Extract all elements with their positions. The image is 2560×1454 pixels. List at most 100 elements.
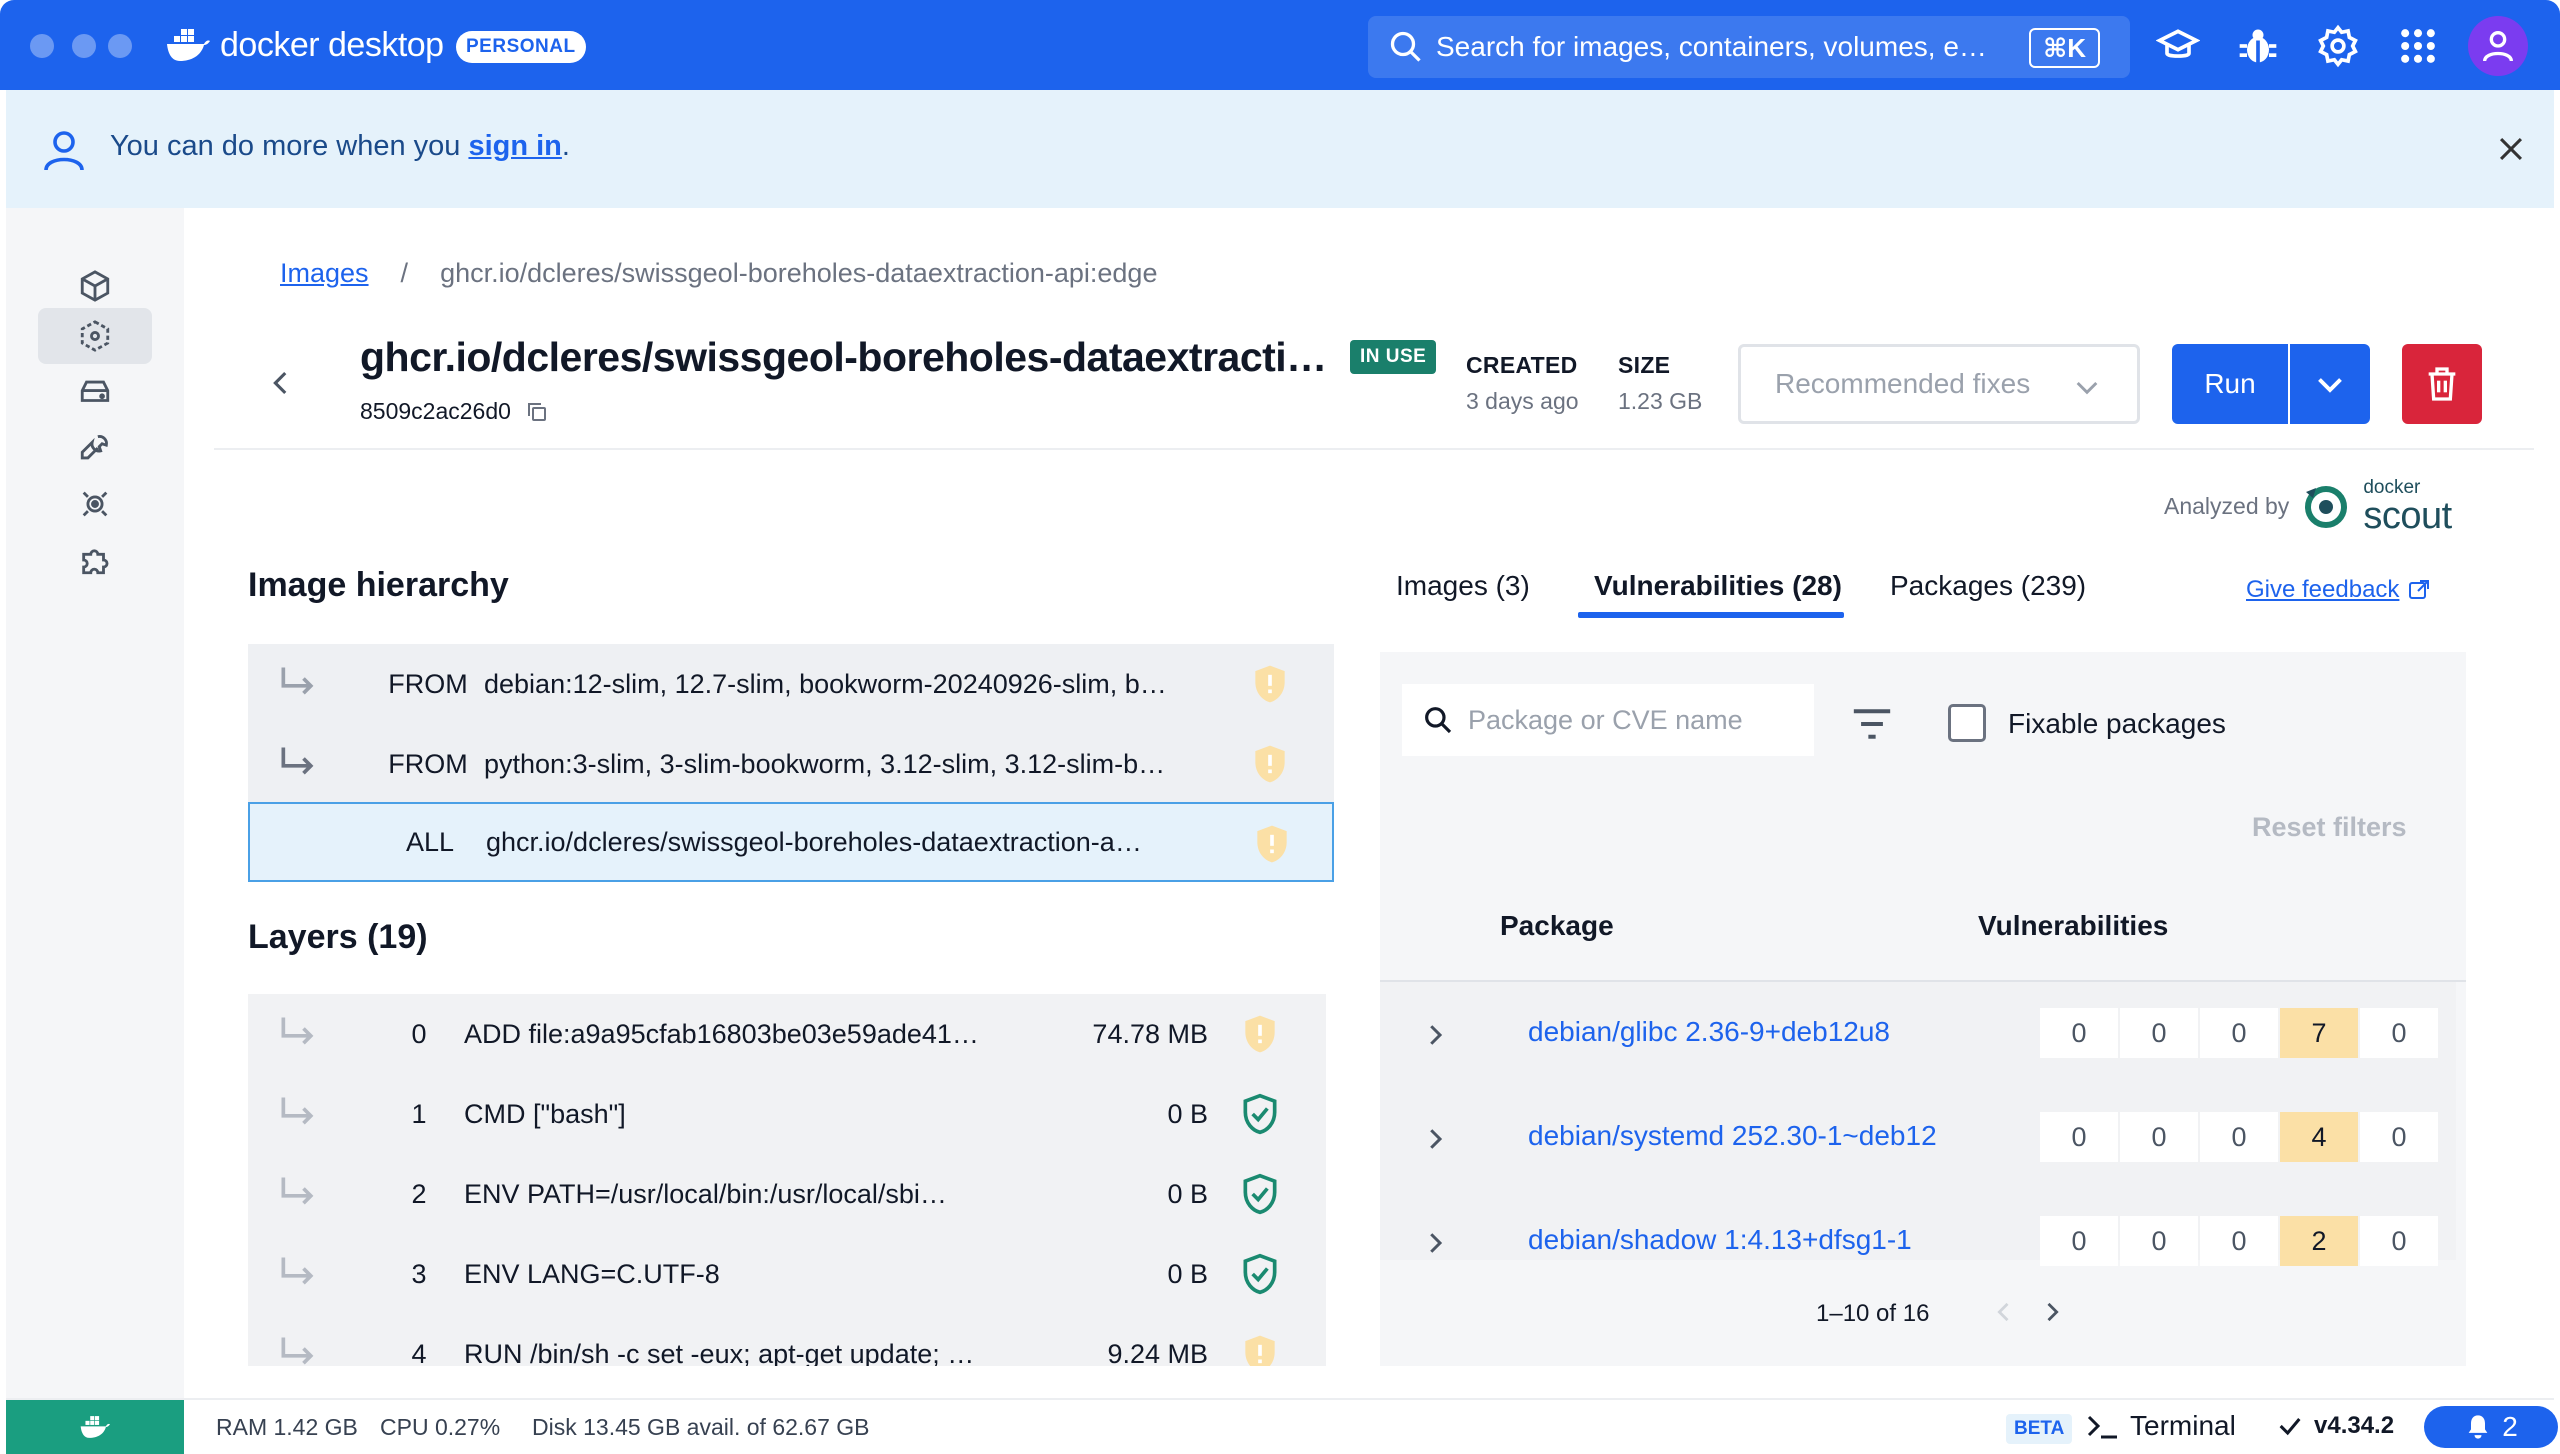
title-bar: docker desktop PERSONAL Search for image…: [0, 0, 2560, 90]
tab-images[interactable]: Images (3): [1396, 570, 1530, 602]
user-icon: [2483, 31, 2513, 62]
troubleshoot-bug-icon[interactable]: [2236, 24, 2280, 68]
tab-vulnerabilities[interactable]: Vulnerabilities (28): [1594, 570, 1842, 602]
low-count: 2: [2280, 1216, 2358, 1266]
chevron-right-icon[interactable]: [2038, 1298, 2066, 1326]
hierarchy-row[interactable]: FROM debian:12-slim, 12.7-slim, bookworm…: [248, 644, 1334, 724]
docker-whale-icon: [167, 29, 210, 61]
layer-command: ENV PATH=/usr/local/bin:/usr/local/sbi…: [464, 1178, 947, 1209]
sign-in-text: You can do more when you: [110, 130, 469, 162]
layer-command: ENV LANG=C.UTF-8: [464, 1258, 720, 1289]
hierarchy-kind: FROM: [388, 748, 468, 779]
give-feedback-link[interactable]: Give feedback: [2246, 576, 2431, 604]
image-id-text: 8509c2ac26d0: [360, 398, 511, 424]
check-icon: [2279, 1418, 2301, 1436]
back-chevron-icon[interactable]: [264, 366, 298, 400]
user-avatar[interactable]: [2468, 16, 2528, 76]
window-close-dot[interactable]: [30, 34, 54, 58]
docker-whale-icon: [80, 1416, 110, 1438]
layer-size: 0 B: [1167, 1178, 1208, 1209]
run-options-button[interactable]: [2290, 344, 2370, 424]
hierarchy-name: python:3-slim, 3-slim-bookworm, 3.12-sli…: [484, 748, 1166, 779]
window-minimize-dot[interactable]: [72, 34, 96, 58]
child-arrow-icon: [281, 1257, 314, 1285]
unspecified-count: 0: [2360, 1112, 2438, 1162]
notifications-button[interactable]: 2: [2424, 1406, 2558, 1448]
package-row[interactable]: debian/glibc 2.36-9+deb12u8 0 0 0 7 0: [1380, 982, 2456, 1086]
breadcrumb-images-link[interactable]: Images: [280, 258, 369, 288]
terminal-button[interactable]: Terminal: [2086, 1410, 2236, 1442]
search-shortcut: ⌘K: [2029, 28, 2100, 68]
breadcrumb-separator: /: [400, 258, 409, 288]
close-icon[interactable]: [2494, 132, 2528, 166]
sidebar-item-extensions[interactable]: [38, 532, 152, 588]
fixable-packages-label: Fixable packages: [2008, 708, 2226, 739]
package-name[interactable]: debian/shadow 1:4.13+dfsg1-1: [1528, 1224, 1964, 1256]
check-shield-icon: [1243, 1253, 1277, 1295]
chevron-right-icon[interactable]: [1420, 1228, 1450, 1258]
critical-count: 0: [2040, 1216, 2118, 1266]
package-name[interactable]: debian/glibc 2.36-9+deb12u8: [1528, 1016, 1964, 1048]
hierarchy-row[interactable]: FROM python:3-slim, 3-slim-bookworm, 3.1…: [248, 724, 1334, 804]
tab-packages[interactable]: Packages (239): [1890, 570, 2086, 602]
warning-shield-icon: [1245, 1335, 1275, 1366]
sidebar-item-builds[interactable]: [38, 420, 152, 476]
filter-icon[interactable]: [1850, 704, 1894, 744]
disk-usage: Disk 13.45 GB avail. of 62.67 GB: [532, 1414, 870, 1440]
package-name[interactable]: debian/systemd 252.30-1~deb12: [1528, 1120, 1964, 1152]
layer-command: RUN /bin/sh -c set -eux; apt-get update;…: [464, 1338, 975, 1367]
chevron-left-icon[interactable]: [1990, 1298, 2018, 1326]
engine-status-tile[interactable]: [6, 1400, 184, 1454]
docker-logo: docker desktop: [166, 22, 444, 68]
layer-index: 3: [411, 1258, 427, 1289]
package-row[interactable]: debian/systemd 252.30-1~deb12 0 0 0 4 0: [1380, 1086, 2456, 1190]
sidebar-item-containers[interactable]: [38, 258, 152, 314]
trash-icon: [2428, 367, 2456, 401]
layer-size: 74.78 MB: [1092, 1018, 1208, 1049]
package-search-input[interactable]: Package or CVE name: [1402, 684, 1814, 756]
layer-index: 2: [411, 1178, 427, 1209]
created-value: 3 days ago: [1466, 388, 1579, 414]
external-link-icon: [2409, 580, 2430, 599]
chevron-right-icon[interactable]: [1420, 1124, 1450, 1154]
layers-list[interactable]: 0 ADD file:a9a95cfab16803be03e59ade41… 7…: [248, 994, 1326, 1366]
analyzed-by-label: Analyzed by: [2164, 493, 2290, 519]
sidebar-item-volumes[interactable]: [38, 364, 152, 420]
delete-button[interactable]: [2402, 344, 2482, 424]
layer-row[interactable]: 0 ADD file:a9a95cfab16803be03e59ade41… 7…: [248, 994, 1326, 1074]
layer-row[interactable]: 4 RUN /bin/sh -c set -eux; apt-get updat…: [248, 1314, 1326, 1366]
fixable-packages-checkbox[interactable]: [1948, 704, 1986, 742]
settings-gear-icon[interactable]: [2316, 24, 2360, 68]
layer-row[interactable]: 3 ENV LANG=C.UTF-8 0 B: [248, 1234, 1326, 1314]
window-zoom-dot[interactable]: [108, 34, 132, 58]
chevron-right-icon[interactable]: [1420, 1020, 1450, 1050]
medium-count: 0: [2200, 1112, 2278, 1162]
image-hierarchy-title: Image hierarchy: [248, 566, 509, 604]
plan-badge: PERSONAL: [456, 31, 586, 63]
drive-icon: [80, 380, 110, 402]
beta-badge: BETA: [2006, 1414, 2073, 1444]
size-label: SIZE: [1618, 352, 1671, 378]
sidebar-item-images[interactable]: [38, 308, 152, 364]
copy-icon[interactable]: [525, 400, 549, 424]
global-search[interactable]: Search for images, containers, volumes, …: [1368, 16, 2130, 78]
layer-row[interactable]: 2 ENV PATH=/usr/local/bin:/usr/local/sbi…: [248, 1154, 1326, 1234]
layer-size: 9.24 MB: [1107, 1338, 1208, 1367]
sidebar-item-scout[interactable]: [38, 476, 152, 532]
child-arrow-icon: [281, 1017, 314, 1045]
extensions-grid-icon[interactable]: [2396, 24, 2440, 68]
run-button[interactable]: Run: [2172, 344, 2288, 424]
reset-filters-button[interactable]: Reset filters: [2252, 812, 2407, 843]
critical-count: 0: [2040, 1112, 2118, 1162]
layer-command: CMD ["bash"]: [464, 1098, 626, 1129]
low-count: 4: [2280, 1112, 2358, 1162]
search-icon: [1390, 31, 1421, 62]
layer-row[interactable]: 1 CMD ["bash"] 0 B: [248, 1074, 1326, 1154]
hierarchy-kind: ALL: [405, 826, 455, 857]
learning-center-icon[interactable]: [2156, 24, 2200, 68]
sign-in-link[interactable]: sign in: [468, 130, 561, 162]
hierarchy-row-selected[interactable]: ALL ghcr.io/dcleres/swissgeol-boreholes-…: [248, 802, 1334, 882]
package-row[interactable]: debian/shadow 1:4.13+dfsg1-1 0 0 0 2 0: [1380, 1190, 2456, 1266]
recommended-fixes-dropdown[interactable]: Recommended fixes: [1738, 344, 2140, 424]
layer-index: 0: [411, 1018, 427, 1049]
